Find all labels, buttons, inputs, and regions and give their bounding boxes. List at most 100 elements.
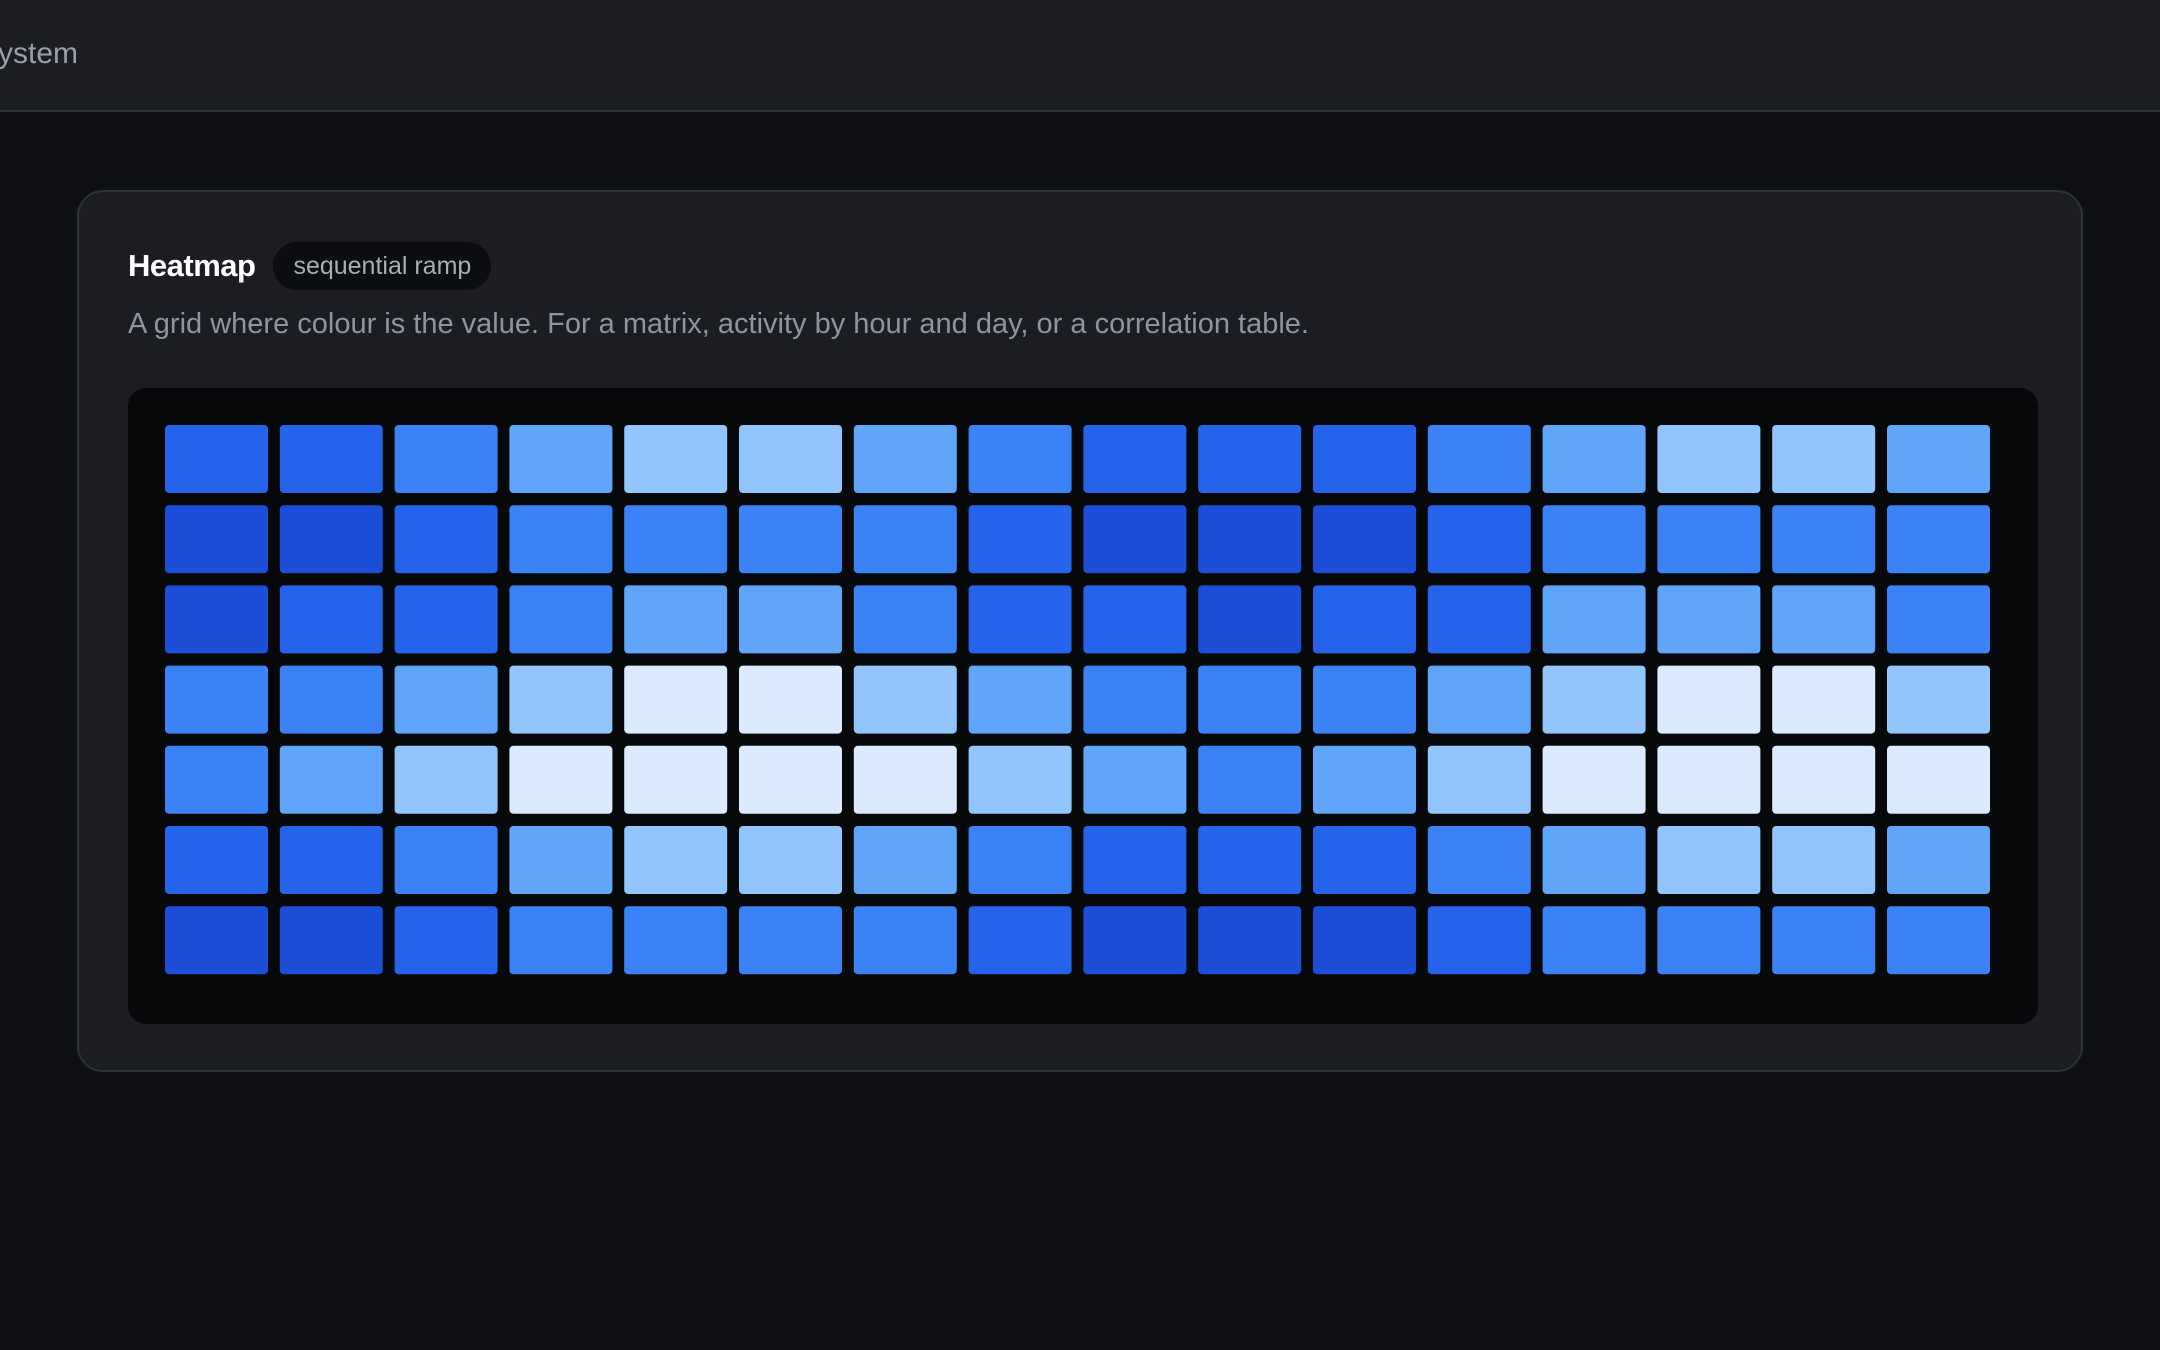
heatmap-cell xyxy=(853,505,957,574)
heatmap-cell xyxy=(1542,906,1646,975)
heatmap-cell xyxy=(968,906,1072,975)
heatmap-cell xyxy=(968,665,1072,734)
heatmap-cell xyxy=(509,505,613,574)
heatmap-cell xyxy=(1313,505,1416,574)
heatmap-cell xyxy=(1198,425,1302,493)
heatmap-cell xyxy=(1657,906,1761,975)
heatmap-cell xyxy=(509,826,613,894)
heatmap-cell xyxy=(1772,585,1876,654)
heatmap-cell xyxy=(165,665,268,734)
heatmap-cell xyxy=(1198,665,1302,734)
heatmap-plot-area xyxy=(128,388,2038,1024)
heatmap-cell xyxy=(1657,826,1761,894)
heatmap-cell xyxy=(279,906,383,975)
heatmap-cell xyxy=(1427,745,1531,814)
heatmap-cell xyxy=(853,425,957,493)
heatmap-cell xyxy=(1313,906,1416,975)
heatmap-cell xyxy=(279,585,383,654)
heatmap-cell xyxy=(624,425,728,493)
heatmap-cell xyxy=(1772,906,1876,975)
heatmap-cell xyxy=(1542,505,1646,574)
heatmap-cell xyxy=(165,425,268,493)
heatmap-cell xyxy=(739,745,842,814)
heatmap-cell xyxy=(1427,585,1531,654)
card-title: Heatmap xyxy=(128,248,256,283)
heatmap-cell xyxy=(1887,745,1990,814)
heatmap-cell xyxy=(1887,826,1990,894)
heatmap-cell xyxy=(1083,425,1187,493)
heatmap-cell xyxy=(394,585,498,654)
heatmap-cell xyxy=(509,425,613,493)
card-header: Heatmap sequential ramp xyxy=(128,242,492,290)
heatmap-cell xyxy=(739,425,842,493)
heatmap-cell xyxy=(1772,665,1876,734)
heatmap-cell xyxy=(624,826,728,894)
heatmap-cell xyxy=(1887,585,1990,654)
card-description: A grid where colour is the value. For a … xyxy=(128,308,1309,340)
heatmap-cell xyxy=(624,665,728,734)
heatmap-cell xyxy=(624,505,728,574)
heatmap-cell xyxy=(279,425,383,493)
heatmap-cell xyxy=(1772,745,1876,814)
heatmap-cell xyxy=(1198,826,1302,894)
heatmap-cell xyxy=(509,906,613,975)
top-bar: ystem xyxy=(0,0,2160,112)
heatmap-cell xyxy=(279,745,383,814)
heatmap-cell xyxy=(853,745,957,814)
heatmap-cell xyxy=(1083,745,1187,814)
heatmap-cell xyxy=(1657,665,1761,734)
heatmap-cell xyxy=(1887,505,1990,574)
heatmap-cell xyxy=(1887,665,1990,734)
heatmap-cell xyxy=(1542,425,1646,493)
heatmap-cell xyxy=(1083,906,1187,975)
heatmap-cell xyxy=(968,505,1072,574)
heatmap-cell xyxy=(394,505,498,574)
heatmap-cell xyxy=(394,425,498,493)
heatmap-cell xyxy=(1198,505,1302,574)
heatmap-cell xyxy=(1083,505,1187,574)
heatmap-cell xyxy=(1198,745,1302,814)
heatmap-cell xyxy=(739,665,842,734)
heatmap-cell xyxy=(853,906,957,975)
app-title: ystem xyxy=(0,37,79,70)
heatmap-cell xyxy=(279,665,383,734)
heatmap-cell xyxy=(739,585,842,654)
heatmap-cell xyxy=(1313,745,1416,814)
heatmap-cell xyxy=(1887,906,1990,975)
heatmap-cell xyxy=(394,906,498,975)
heatmap-cell xyxy=(165,585,268,654)
heatmap-cell xyxy=(1772,425,1876,493)
heatmap-cell xyxy=(509,585,613,654)
heatmap-cell xyxy=(1313,585,1416,654)
heatmap-cell xyxy=(1083,665,1187,734)
heatmap-cell xyxy=(1313,425,1416,493)
heatmap-cell xyxy=(1427,906,1531,975)
heatmap-cell xyxy=(624,906,728,975)
heatmap-cell xyxy=(279,826,383,894)
heatmap-cell xyxy=(1542,745,1646,814)
heatmap-cell xyxy=(509,745,613,814)
heatmap-cell xyxy=(1427,505,1531,574)
heatmap-cell xyxy=(1083,585,1187,654)
heatmap-cell xyxy=(165,745,268,814)
heatmap-cell xyxy=(739,906,842,975)
heatmap-cell xyxy=(394,665,498,734)
heatmap-cell xyxy=(394,745,498,814)
heatmap-cell xyxy=(394,826,498,894)
heatmap-cell xyxy=(853,665,957,734)
heatmap-cell xyxy=(279,505,383,574)
heatmap-cell xyxy=(1542,826,1646,894)
heatmap-cell xyxy=(1427,425,1531,493)
heatmap-cell xyxy=(1542,585,1646,654)
heatmap-cell xyxy=(968,585,1072,654)
heatmap-cell xyxy=(1427,665,1531,734)
heatmap-cell xyxy=(1198,585,1302,654)
heatmap-cell xyxy=(1542,665,1646,734)
heatmap-cell xyxy=(1657,745,1761,814)
heatmap-cell xyxy=(968,826,1072,894)
heatmap-cell xyxy=(853,826,957,894)
heatmap-cell xyxy=(968,425,1072,493)
heatmap-cell xyxy=(165,505,268,574)
heatmap-cell xyxy=(165,906,268,975)
heatmap-cell xyxy=(1772,505,1876,574)
